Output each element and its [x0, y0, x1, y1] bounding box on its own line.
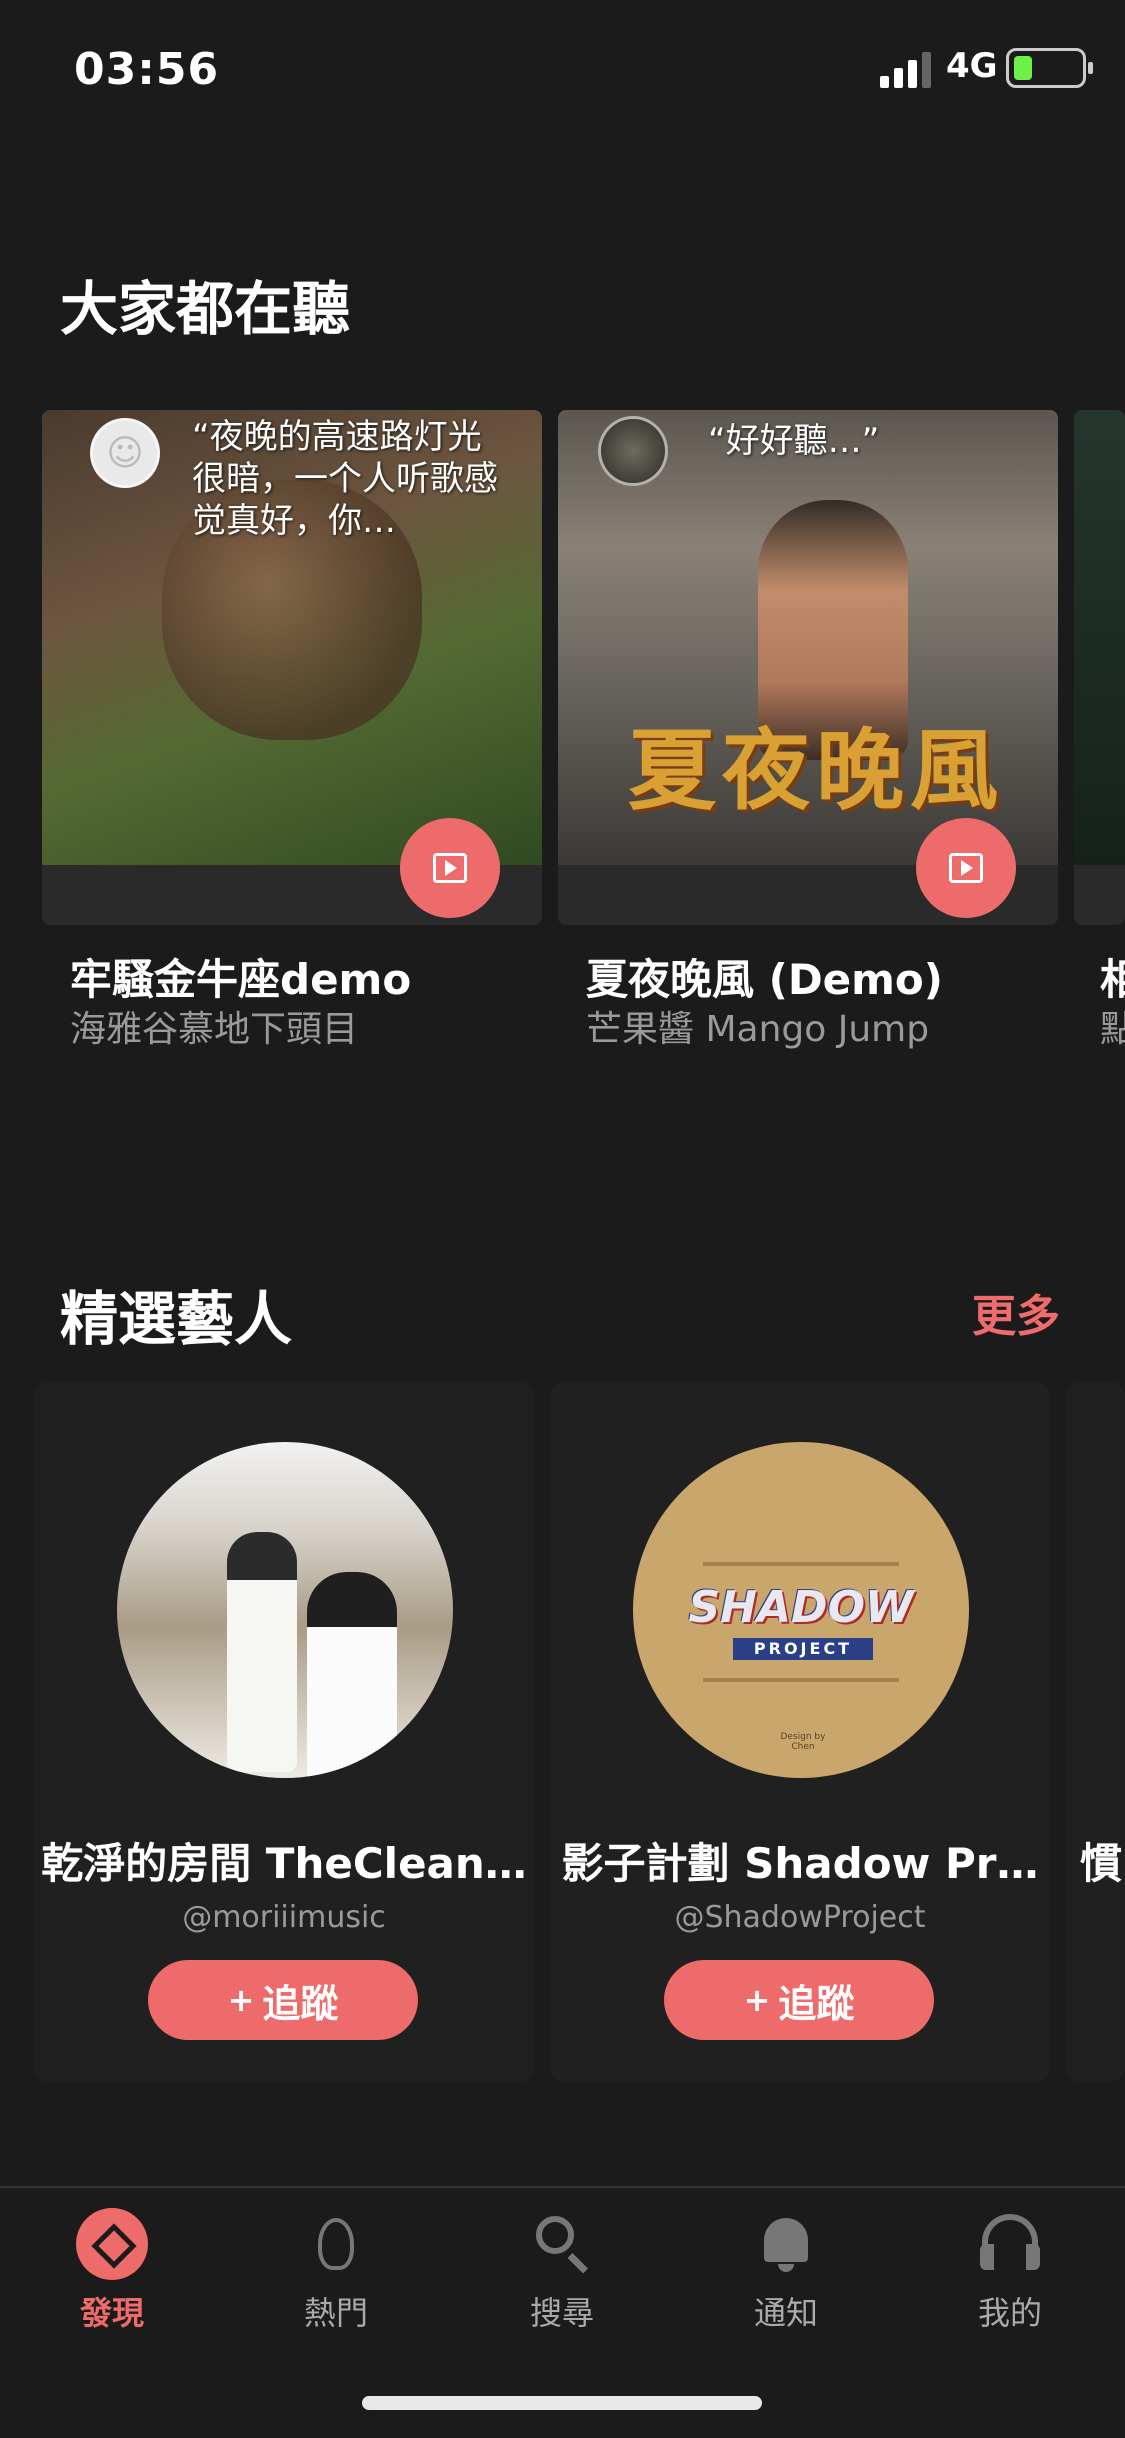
discover-icon — [76, 2208, 148, 2280]
tab-label: 熱門 — [303, 2294, 368, 2332]
play-button[interactable] — [400, 818, 500, 918]
plus-icon: + — [227, 1981, 255, 2019]
plus-icon: + — [743, 1981, 771, 2019]
status-time: 03:56 — [74, 44, 220, 95]
bell-icon — [750, 2208, 822, 2280]
tab-label: 通知 — [753, 2294, 818, 2332]
tab-label: 搜尋 — [529, 2294, 594, 2332]
user-avatar[interactable] — [598, 416, 668, 486]
poster-title: 夏夜晚風 — [628, 718, 1005, 822]
artist-photo[interactable] — [117, 1442, 453, 1778]
listen-card[interactable]: 夏夜晚風 “好好聽…” — [558, 410, 1058, 925]
tab-search[interactable]: 搜尋 — [492, 2208, 632, 2334]
shadow-project-logo: SHADOW — [688, 1582, 914, 1633]
tab-hot[interactable]: 熱門 — [266, 2208, 406, 2334]
headphones-icon — [974, 2208, 1046, 2280]
logo-subtitle: PROJECT — [733, 1638, 873, 1660]
tab-profile[interactable]: 我的 — [940, 2208, 1080, 2334]
tab-label: 發現 — [79, 2294, 144, 2332]
listener-quote: “夜晚的高速路灯光很暗，一个人听歌感觉真好，你… — [192, 417, 498, 541]
tab-label: 我的 — [977, 2294, 1042, 2332]
follow-label: 追蹤 — [262, 1981, 339, 2026]
listen-card[interactable]: ☺ “夜晚的高速路灯光很暗，一个人听歌感觉真好，你… — [42, 410, 542, 925]
more-link[interactable]: 更多 — [972, 1280, 1060, 1344]
play-icon — [433, 853, 467, 883]
tab-discover[interactable]: 發現 — [42, 2208, 182, 2334]
search-icon — [526, 2208, 598, 2280]
listen-card[interactable] — [1074, 410, 1125, 925]
signal-icon — [880, 52, 931, 88]
follow-button[interactable]: + 追蹤 — [664, 1960, 934, 2040]
section-title-listening: 大家都在聽 — [60, 275, 351, 343]
song-artist[interactable]: 芒果醬 Mango Jump — [586, 1000, 929, 1052]
logo-credit: Design by Chen — [780, 1732, 826, 1752]
artist-name[interactable]: 影子計劃 Shadow Pr… — [550, 1830, 1050, 1891]
song-title[interactable]: 夏夜晚風 (Demo) — [586, 946, 943, 1007]
home-indicator[interactable] — [362, 2396, 762, 2410]
artist-card[interactable]: 慣 — [1066, 1382, 1125, 2082]
user-avatar[interactable]: ☺ — [90, 418, 160, 488]
follow-button[interactable]: + 追蹤 — [148, 1960, 418, 2040]
artist-name[interactable]: 乾淨的房間 TheClean… — [34, 1830, 534, 1891]
artist-photo[interactable]: SHADOW PROJECT Design by Chen — [633, 1442, 969, 1778]
play-icon — [949, 853, 983, 883]
tab-notifications[interactable]: 通知 — [716, 2208, 856, 2334]
song-artwork — [1074, 410, 1125, 865]
status-bar: 03:56 4G — [0, 0, 1125, 140]
artist-handle: @ShadowProject — [674, 1900, 926, 1935]
network-type: 4G — [946, 46, 998, 86]
battery-icon — [1006, 48, 1093, 88]
artist-card[interactable]: 乾淨的房間 TheClean… @moriiimusic + 追蹤 — [34, 1382, 534, 2082]
artist-handle: @moriiimusic — [182, 1900, 386, 1935]
song-artist[interactable]: 點 — [1100, 1000, 1125, 1052]
follow-label: 追蹤 — [778, 1981, 855, 2026]
song-title[interactable]: 牢騷金牛座demo — [70, 946, 411, 1007]
artist-name[interactable]: 慣 — [1080, 1830, 1125, 1891]
song-artist[interactable]: 海雅谷慕地下頭目 — [70, 1000, 358, 1052]
fire-icon — [300, 2208, 372, 2280]
play-button[interactable] — [916, 818, 1016, 918]
song-title[interactable]: 相 — [1100, 946, 1125, 1007]
listener-quote: “好好聽…” — [708, 421, 880, 461]
section-title-featured: 精選藝人 — [60, 1285, 293, 1353]
artist-card[interactable]: SHADOW PROJECT Design by Chen 影子計劃 Shado… — [550, 1382, 1050, 2082]
